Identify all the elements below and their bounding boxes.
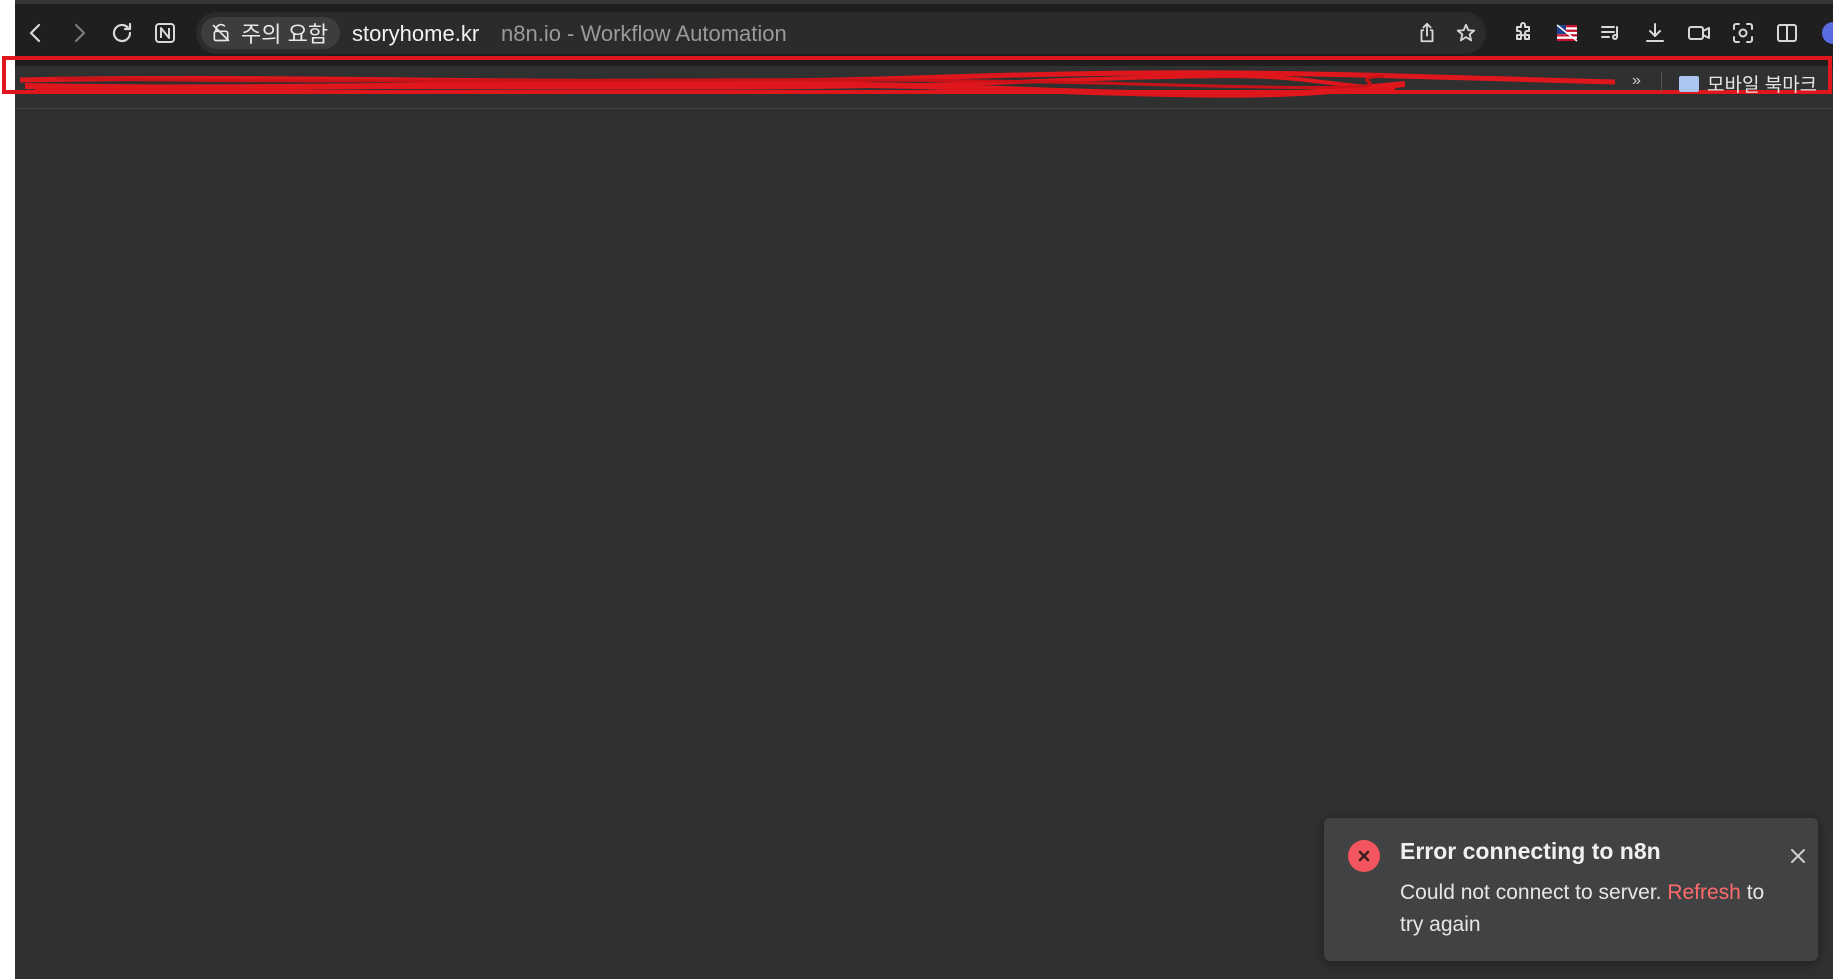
video-camera-icon bbox=[1688, 26, 1710, 40]
url-host[interactable]: storyhome.kr bbox=[352, 21, 479, 47]
forward-button[interactable] bbox=[63, 17, 95, 49]
mobile-bookmarks-label: 모바일 북마크 bbox=[1707, 75, 1818, 96]
security-chip[interactable]: 주의 요함 bbox=[201, 17, 341, 49]
bookmarks-overflow-button[interactable]: » bbox=[1632, 72, 1641, 90]
close-icon bbox=[1791, 849, 1805, 863]
error-x-icon bbox=[1348, 840, 1380, 872]
playlist-icon bbox=[1601, 26, 1618, 40]
site-button[interactable] bbox=[149, 17, 181, 49]
left-edge-strip bbox=[0, 0, 15, 979]
mobile-bookmarks-folder[interactable]: 모바일 북마크 bbox=[1679, 70, 1817, 97]
profile-avatar[interactable] bbox=[1822, 22, 1833, 44]
chevron-left-icon bbox=[29, 23, 41, 43]
split-view-icon bbox=[1777, 24, 1797, 42]
us-flag-icon bbox=[1556, 24, 1578, 42]
toast-title: Error connecting to n8n bbox=[1400, 838, 1661, 864]
back-button[interactable] bbox=[20, 17, 52, 49]
puzzle-icon bbox=[1516, 22, 1530, 40]
chevron-right-icon bbox=[74, 23, 86, 43]
star-icon bbox=[1456, 23, 1476, 42]
reload-button[interactable] bbox=[106, 17, 138, 49]
video-button[interactable] bbox=[1683, 17, 1715, 49]
bookmark-star-button[interactable] bbox=[1452, 19, 1480, 47]
translate-flag-button[interactable] bbox=[1551, 17, 1583, 49]
downloads-button[interactable] bbox=[1639, 17, 1671, 49]
screenshot-frame: 주의 요함 storyhome.kr n8n.io - Workflow Aut… bbox=[0, 0, 1833, 979]
toast-message-prefix: Could not connect to server. bbox=[1400, 881, 1668, 904]
split-view-button[interactable] bbox=[1771, 17, 1803, 49]
toast-close-button[interactable] bbox=[1786, 844, 1810, 868]
share-button[interactable] bbox=[1413, 19, 1441, 47]
n-logo-icon bbox=[155, 23, 175, 43]
screenshot-button[interactable] bbox=[1727, 17, 1759, 49]
reload-icon bbox=[112, 22, 132, 43]
not-secure-icon bbox=[212, 23, 230, 42]
queue-button[interactable] bbox=[1595, 17, 1627, 49]
page-title: n8n.io - Workflow Automation bbox=[501, 21, 787, 46]
screenshot-icon bbox=[1733, 23, 1753, 43]
folder-icon bbox=[1679, 75, 1699, 92]
share-icon bbox=[1420, 22, 1434, 43]
browser-window: 주의 요함 storyhome.kr n8n.io - Workflow Aut… bbox=[2, 0, 1833, 979]
security-chip-label: 주의 요함 bbox=[241, 22, 329, 47]
tab-strip-edge bbox=[15, 0, 1833, 4]
bookmarks-separator bbox=[1661, 72, 1662, 92]
toast-message: Could not connect to server. Refresh to … bbox=[1400, 877, 1780, 941]
extensions-button[interactable] bbox=[1507, 17, 1539, 49]
address-bar[interactable]: 주의 요함 storyhome.kr n8n.io - Workflow Aut… bbox=[196, 12, 1486, 54]
refresh-link[interactable]: Refresh bbox=[1667, 881, 1741, 904]
error-toast: Error connecting to n8n Could not connec… bbox=[1324, 818, 1818, 961]
redaction-box bbox=[2, 56, 1832, 94]
download-icon bbox=[1646, 23, 1664, 42]
